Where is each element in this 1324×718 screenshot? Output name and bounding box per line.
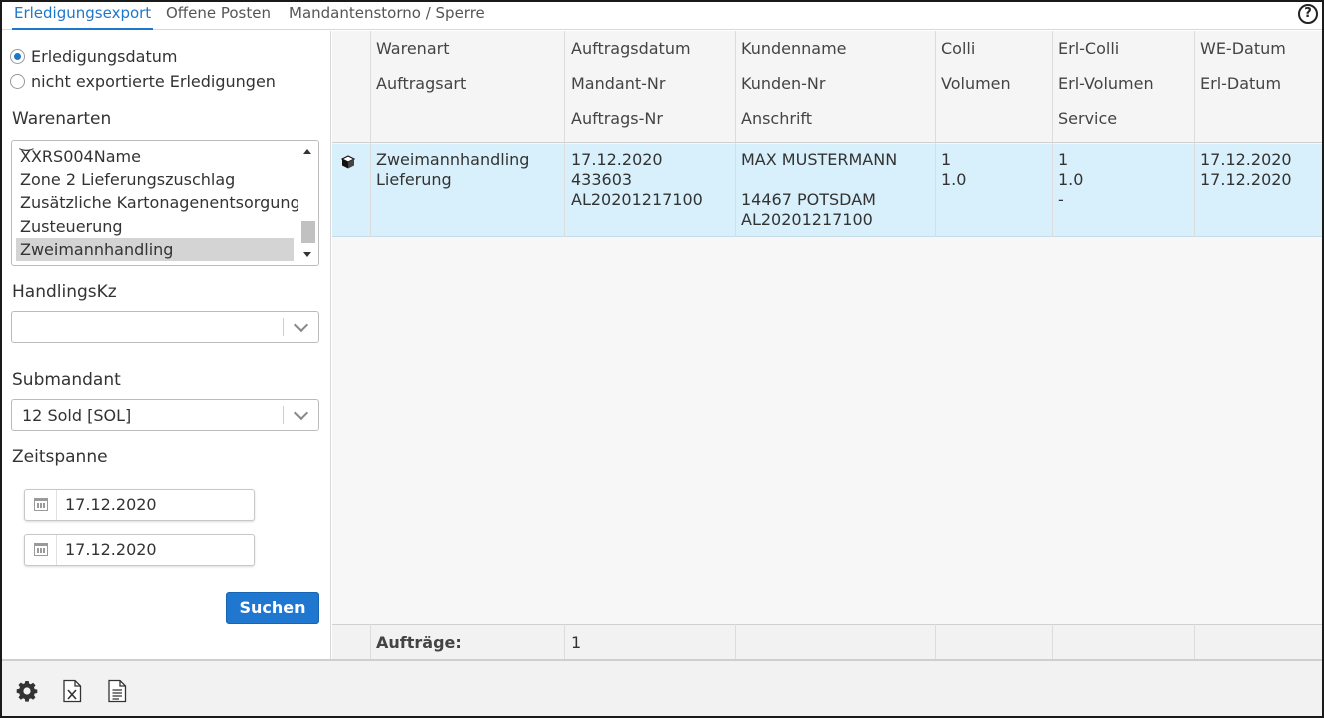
radio-button-checked[interactable] [10,48,25,64]
tab-offene-posten[interactable]: Offene Posten [166,4,271,30]
submandant-label: Submandant [12,370,121,390]
column-divider [564,31,565,237]
warenarten-listbox[interactable]: ‿ XXRS004Name Zone 2 Lieferungszuschlag … [11,140,319,266]
bottom-toolbar [2,659,1322,716]
radio-button[interactable] [10,73,25,89]
radio-label: Erledigungsdatum [31,46,178,66]
cell-erl-volumen: 1.0 [1058,170,1084,189]
cell-warenart: Zweimannhandling [376,150,530,169]
table-row[interactable]: Zweimannhandling Lieferung 17.12.2020 43… [332,144,1322,237]
calendar-icon [34,498,48,511]
column-divider [735,624,736,659]
handlingskz-select[interactable] [11,311,319,343]
excel-export-icon[interactable] [60,679,84,703]
app-window: Erledigungsexport Offene Posten Mandante… [0,0,1324,718]
scroll-thumb[interactable] [301,221,315,243]
submandant-select[interactable]: 12 Sold [SOL] [11,399,319,431]
column-header-anschrift[interactable]: Anschrift [741,109,812,128]
radio-erledigungsdatum[interactable]: Erledigungsdatum [10,45,177,67]
column-divider [370,31,371,237]
calendar-button[interactable] [25,490,57,520]
list-item[interactable]: Zone 2 Lieferungszuschlag [16,168,294,191]
scroll-down-arrow-icon[interactable] [303,252,311,257]
cell-service: - [1058,190,1064,209]
cell-auftragsart: Lieferung [376,170,452,189]
column-header-auftrags-nr[interactable]: Auftrags-Nr [571,109,663,128]
footer-auftraege-count: 1 [571,633,582,652]
tab-erledigungsexport[interactable]: Erledigungsexport [12,4,154,30]
grid-header: Warenart Auftragsart Auftragsdatum Manda… [332,31,1322,143]
column-divider [1052,31,1053,237]
cell-erl-colli: 1 [1058,150,1069,169]
tab-mandantenstorno-sperre[interactable]: Mandantenstorno / Sperre [289,4,485,30]
cell-auftrags-nr: AL20201217100 [571,190,703,209]
calendar-icon [34,543,48,556]
cell-colli: 1 [941,150,952,169]
calendar-button[interactable] [25,535,57,565]
column-header-erl-colli[interactable]: Erl-Colli [1058,39,1119,58]
document-export-icon[interactable] [105,679,129,703]
listbox-scrollbar[interactable] [298,141,318,265]
column-header-we-datum[interactable]: WE-Datum [1200,39,1286,58]
cell-mandant-nr: 433603 [571,170,633,189]
grid-footer: Aufträge: 1 [332,624,1322,659]
column-header-erl-datum[interactable]: Erl-Datum [1200,74,1281,93]
column-header-volumen[interactable]: Volumen [941,74,1011,93]
zeitspanne-label: Zeitspanne [12,447,108,467]
column-divider [935,624,936,659]
radio-label: nicht exportierte Erledigungen [31,71,276,91]
filter-panel: Erledigungsdatum nicht exportierte Erled… [2,31,331,659]
cell-erl-datum: 17.12.2020 [1200,170,1292,189]
column-divider [370,624,371,659]
handlingskz-label: HandlingsKz [12,282,117,302]
list-item-selected[interactable]: Zweimannhandling [16,238,294,261]
cell-kundenname: MAX MUSTERMANN [741,150,898,169]
select-divider [283,406,284,424]
column-header-auftragsart[interactable]: Auftragsart [376,74,466,93]
results-grid: Warenart Auftragsart Auftragsdatum Manda… [332,31,1322,659]
column-header-colli[interactable]: Colli [941,39,975,58]
column-divider [1194,31,1195,237]
search-button[interactable]: Suchen [226,592,319,624]
radio-nicht-exportierte[interactable]: nicht exportierte Erledigungen [10,70,276,92]
list-item[interactable]: Zusätzliche Kartonagenentsorgung [16,191,301,214]
scroll-up-arrow-icon[interactable] [303,149,311,154]
settings-gear-icon[interactable] [15,679,39,703]
column-header-erl-volumen[interactable]: Erl-Volumen [1058,74,1154,93]
select-divider [283,318,284,336]
footer-auftraege-label: Aufträge: [376,633,462,652]
date-value: 17.12.2020 [65,540,157,559]
column-header-auftragsdatum[interactable]: Auftragsdatum [571,39,691,58]
column-header-mandant-nr[interactable]: Mandant-Nr [571,74,665,93]
date-from-field[interactable]: 17.12.2020 [24,489,255,521]
cell-auftrags-ref: AL20201217100 [741,210,873,229]
select-value: 12 Sold [SOL] [22,406,132,425]
column-divider [1194,624,1195,659]
column-divider [935,31,936,237]
warenarten-label: Warenarten [12,109,112,129]
date-to-field[interactable]: 17.12.2020 [24,534,255,566]
date-value: 17.12.2020 [65,495,157,514]
list-item[interactable]: XXRS004Name [16,145,294,168]
column-divider [735,31,736,237]
cell-we-datum: 17.12.2020 [1200,150,1292,169]
list-item[interactable]: Zusteuerung [16,215,294,238]
cell-auftragsdatum: 17.12.2020 [571,150,663,169]
box-icon [341,155,355,169]
help-icon[interactable]: ? [1298,4,1318,24]
column-header-warenart[interactable]: Warenart [376,39,449,58]
cell-volumen: 1.0 [941,170,967,189]
chevron-down-icon[interactable] [293,317,309,333]
column-header-service[interactable]: Service [1058,109,1117,128]
chevron-down-icon[interactable] [293,405,309,421]
column-header-kundenname[interactable]: Kundenname [741,39,847,58]
column-divider [1052,624,1053,659]
column-header-kunden-nr[interactable]: Kunden-Nr [741,74,825,93]
column-divider [564,624,565,659]
cell-anschrift: 14467 POTSDAM [741,190,876,209]
tab-bar: Erledigungsexport Offene Posten Mandante… [2,2,1322,30]
